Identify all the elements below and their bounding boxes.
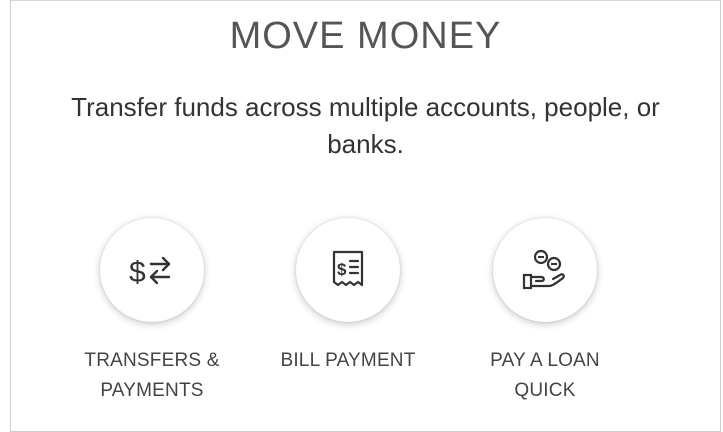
transfers-payments-label-line2: PAYMENTS (100, 380, 204, 401)
hand-coins-icon (522, 249, 565, 290)
pay-loan-quick-button[interactable]: PAY A LOAN QUICK (455, 218, 635, 406)
pay-loan-quick-label-line1: PAY A LOAN (490, 350, 600, 371)
transfers-payments-button[interactable]: $ TRANSFERS & PAYMENTS (62, 218, 242, 406)
bill-payment-label-line1: BILL PAYMENT (280, 350, 416, 371)
card-subtitle-line1: Transfer funds across multiple accounts,… (71, 92, 660, 122)
bill-payment-label[interactable]: BILL PAYMENT (258, 346, 438, 376)
transfers-payments-label-line1: TRANSFERS & (84, 350, 220, 371)
transfers-payments-circle[interactable]: $ (100, 218, 204, 322)
card-subtitle: Transfer funds across multiple accounts,… (11, 89, 720, 163)
svg-text:$: $ (129, 256, 146, 289)
card-subtitle-line2: banks. (327, 129, 404, 159)
bill-payment-circle[interactable]: $ (296, 218, 400, 322)
pay-loan-quick-label-line2: QUICK (514, 380, 576, 401)
card-title: MOVE MONEY (229, 15, 502, 57)
transfers-payments-label[interactable]: TRANSFERS & PAYMENTS (62, 346, 242, 406)
svg-text:$: $ (337, 260, 347, 279)
bill-payment-button[interactable]: $ BILL PAYMENT (258, 218, 438, 376)
dollar-transfer-icon: $ (129, 256, 171, 289)
bill-receipt-icon: $ (332, 250, 364, 287)
pay-loan-quick-circle[interactable] (493, 218, 597, 322)
pay-loan-quick-label[interactable]: PAY A LOAN QUICK (455, 346, 635, 406)
